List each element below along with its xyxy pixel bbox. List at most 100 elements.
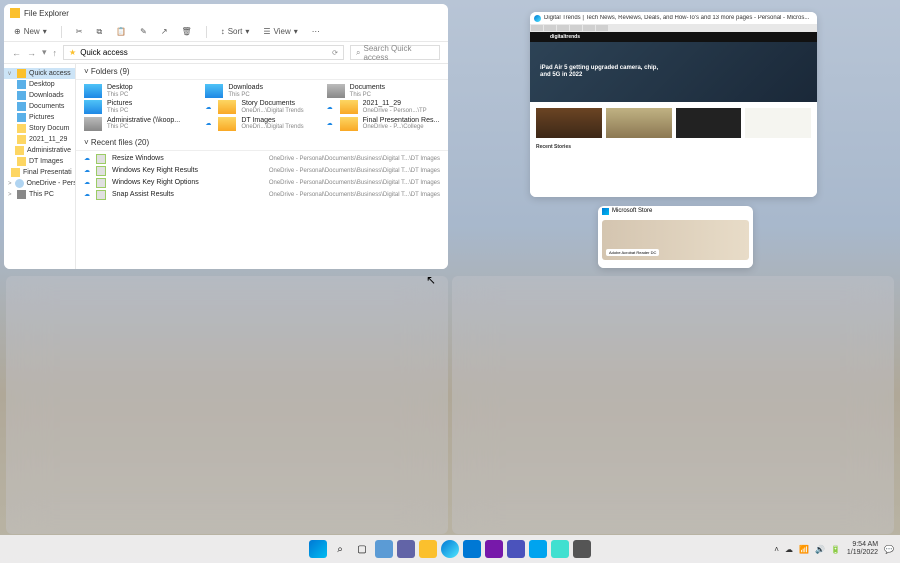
file-explorer-window[interactable]: File Explorer ⊕ New ▾ ✂ ⧉ 📋 ✎ ↗ 🗑 ↕ Sort…	[4, 4, 448, 269]
dt-card[interactable]	[676, 108, 742, 138]
back-button[interactable]: ←	[12, 48, 21, 58]
snap-zone-bottom-left[interactable]	[6, 276, 448, 534]
outlook-taskbar-icon[interactable]	[463, 540, 481, 558]
browser-tab[interactable]	[570, 25, 582, 31]
folder-desktop[interactable]: DesktopThis PC	[84, 84, 197, 98]
sidebar-item-2021-11-29[interactable]: 2021_11_29	[4, 134, 75, 145]
folders-group-header[interactable]: ˅ Folders (9)	[76, 64, 448, 80]
share-button[interactable]: ↗	[161, 27, 168, 36]
wifi-icon[interactable]: 📶	[799, 545, 809, 554]
recent-dropdown[interactable]: ▾	[42, 47, 47, 58]
folder-dt-images[interactable]: ☁DT ImagesOneDri...\Digital Trends	[205, 117, 318, 131]
chat-button[interactable]	[397, 540, 415, 558]
edge-titlebar[interactable]: Digital Trends | Tech News, Reviews, Dea…	[530, 12, 817, 24]
browser-tab[interactable]	[557, 25, 569, 31]
sidebar-item-final-presentati[interactable]: Final Presentati	[4, 167, 75, 178]
sidebar-item-pictures[interactable]: Pictures	[4, 112, 75, 123]
delete-button[interactable]: 🗑	[182, 27, 192, 36]
folder-downloads[interactable]: DownloadsThis PC	[205, 84, 318, 98]
folder-administrative-koop-[interactable]: Administrative (\\koop...This PC	[84, 117, 197, 131]
view-button[interactable]: ☰ View ▾	[263, 27, 297, 36]
browser-tab[interactable]	[596, 25, 608, 31]
search-box[interactable]: ⌕ Search Quick access	[350, 45, 440, 60]
titlebar[interactable]: File Explorer	[4, 4, 448, 22]
forward-button[interactable]: →	[27, 48, 36, 58]
edge-window-thumbnail[interactable]: Digital Trends | Tech News, Reviews, Dea…	[530, 12, 817, 197]
sidebar-item-this-pc[interactable]: >This PC	[4, 189, 75, 200]
onenote-taskbar-icon[interactable]	[485, 540, 503, 558]
nav-bar: ← → ▾ ↑ ★ Quick access ⟳ ⌕ Search Quick …	[4, 42, 448, 64]
folder-icon	[10, 8, 20, 18]
store-taskbar-icon[interactable]	[529, 540, 547, 558]
paste-button[interactable]: 📋	[116, 27, 126, 36]
main-content: ˅ Folders (9) DesktopThis PC DownloadsThi…	[76, 64, 448, 269]
sidebar-item-administrative[interactable]: Administrative	[4, 145, 75, 156]
date-text: 1/19/2022	[847, 549, 878, 557]
battery-icon[interactable]: 🔋	[831, 545, 841, 554]
recent-file[interactable]: ☁Windows Key Right ResultsOneDrive - Per…	[84, 165, 440, 177]
sidebar-item-desktop[interactable]: Desktop	[4, 79, 75, 90]
store-titlebar[interactable]: Microsoft Store	[598, 206, 753, 216]
folder-story-documents[interactable]: ☁Story DocumentsOneDri...\Digital Trends	[205, 100, 318, 114]
folder-2021-11-29[interactable]: ☁2021_11_29OneDrive - Person...\TP	[327, 100, 440, 114]
more-button[interactable]: ⋯	[312, 27, 320, 36]
cut-button[interactable]: ✂	[76, 27, 83, 36]
dt-hero-headline: iPad Air 5 getting upgraded camera, chip…	[540, 65, 660, 79]
sidebar-item-story-docum[interactable]: Story Docum	[4, 123, 75, 134]
dt-hero-article[interactable]: iPad Air 5 getting upgraded camera, chip…	[530, 42, 817, 102]
onedrive-tray-icon[interactable]: ☁	[785, 545, 793, 554]
browser-tab[interactable]	[583, 25, 595, 31]
dt-card[interactable]	[606, 108, 672, 138]
folder-pictures[interactable]: PicturesThis PC	[84, 100, 197, 114]
search-button[interactable]: ⌕	[331, 540, 349, 558]
rename-button[interactable]: ✎	[140, 27, 147, 36]
sidebar: vQuick accessDesktopDownloadsDocumentsPi…	[4, 64, 76, 269]
explorer-taskbar-icon[interactable]	[419, 540, 437, 558]
sidebar-item-downloads[interactable]: Downloads	[4, 90, 75, 101]
store-title: Microsoft Store	[612, 208, 652, 214]
folder-final-presentation-res-[interactable]: ☁Final Presentation Res...OneDrive - P..…	[327, 117, 440, 131]
dt-card[interactable]	[745, 108, 811, 138]
dt-card[interactable]	[536, 108, 602, 138]
browser-tab[interactable]	[531, 25, 543, 31]
dt-article-cards	[530, 102, 817, 144]
snap-zone-bottom-right[interactable]	[452, 276, 894, 534]
recent-file[interactable]: ☁Snap Assist ResultsOneDrive - Personal\…	[84, 189, 440, 201]
teams-taskbar-icon[interactable]	[507, 540, 525, 558]
sidebar-item-dt-images[interactable]: DT Images	[4, 156, 75, 167]
recent-file[interactable]: ☁Windows Key Right OptionsOneDrive - Per…	[84, 177, 440, 189]
browser-tab[interactable]	[544, 25, 556, 31]
sidebar-item-quick-access[interactable]: vQuick access	[4, 68, 75, 79]
refresh-icon[interactable]: ⟳	[332, 49, 338, 57]
task-view-button[interactable]: ▢	[353, 540, 371, 558]
store-window-thumbnail[interactable]: Microsoft Store Adobe Acrobat Reader DC	[598, 206, 753, 268]
system-tray: ˄ ☁ 📶 🔊 🔋 9:54 AM 1/19/2022 💬	[774, 541, 894, 556]
copy-button[interactable]: ⧉	[96, 27, 102, 37]
path-text: Quick access	[80, 48, 128, 57]
store-hero[interactable]: Adobe Acrobat Reader DC	[602, 220, 749, 260]
new-button[interactable]: ⊕ New ▾	[14, 27, 47, 36]
edge-taskbar-icon[interactable]	[441, 540, 459, 558]
folder-documents[interactable]: DocumentsThis PC	[327, 84, 440, 98]
star-icon: ★	[69, 48, 76, 57]
taskbar: ⌕ ▢ ˄ ☁ 📶 🔊 🔋 9:54 AM 1/19/2022 💬	[0, 535, 900, 563]
sidebar-item-onedrive-perso[interactable]: >OneDrive - Perso	[4, 178, 75, 189]
recent-file[interactable]: ☁Resize WindowsOneDrive - Personal\Docum…	[84, 153, 440, 165]
dt-logo[interactable]: digitaltrends	[550, 34, 580, 40]
sort-button[interactable]: ↕ Sort ▾	[221, 27, 250, 36]
window-title: File Explorer	[24, 9, 69, 18]
address-bar[interactable]: ★ Quick access ⟳	[63, 45, 344, 60]
app-taskbar-icon[interactable]	[551, 540, 569, 558]
start-button[interactable]	[309, 540, 327, 558]
time-text: 9:54 AM	[852, 541, 878, 549]
sidebar-item-documents[interactable]: Documents	[4, 101, 75, 112]
notifications-icon[interactable]: 💬	[884, 545, 894, 554]
up-button[interactable]: ↑	[53, 48, 58, 58]
clock[interactable]: 9:54 AM 1/19/2022	[847, 541, 878, 556]
recent-group-header[interactable]: ˅ Recent files (20)	[76, 135, 448, 151]
widgets-button[interactable]	[375, 540, 393, 558]
app-taskbar-icon-2[interactable]	[573, 540, 591, 558]
dt-site-header: digitaltrends	[530, 32, 817, 42]
chevron-up-icon[interactable]: ˄	[774, 545, 779, 554]
volume-icon[interactable]: 🔊	[815, 545, 825, 554]
